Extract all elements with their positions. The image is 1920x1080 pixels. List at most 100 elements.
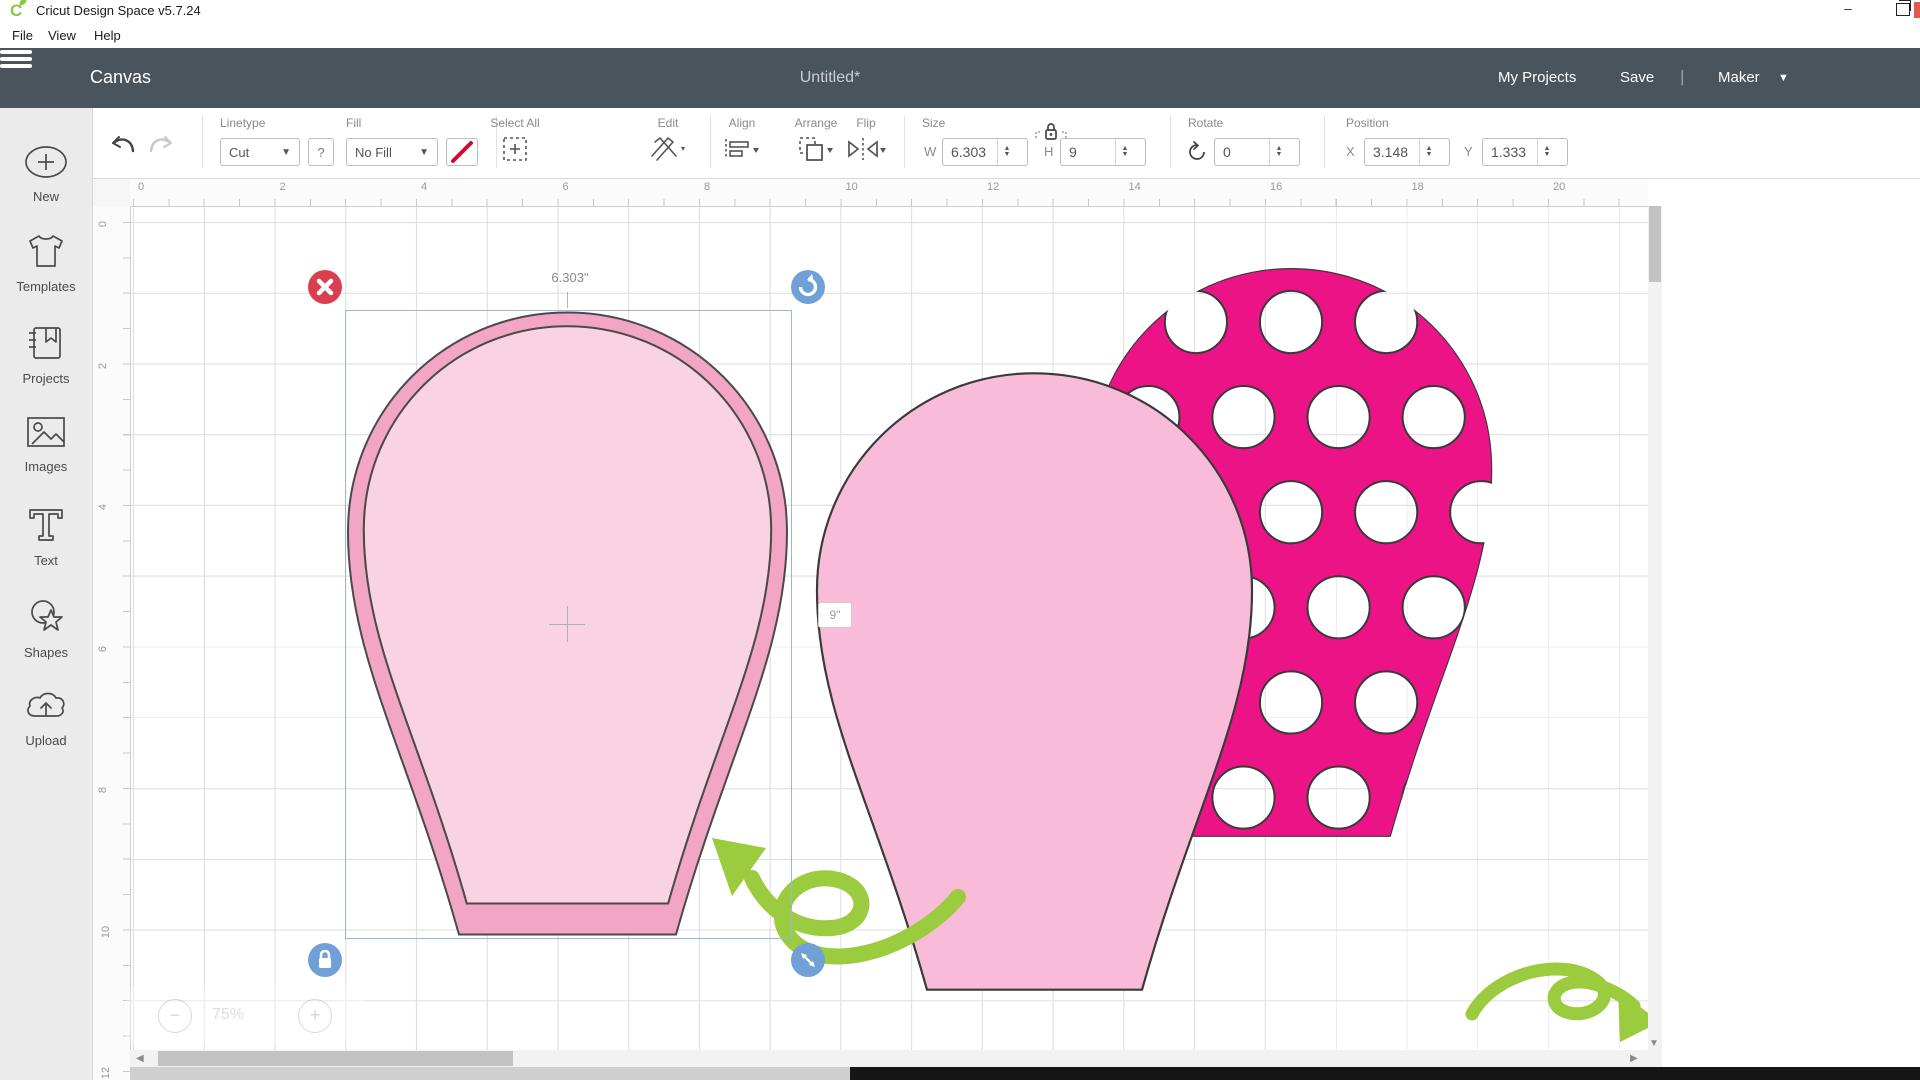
arrange-icon [794, 136, 838, 162]
ruler-tick-label: 0 [138, 181, 144, 193]
ruler-tick-label: 4 [421, 181, 427, 193]
scroll-down-icon[interactable]: ▼ [1649, 1038, 1659, 1049]
window-restore-button[interactable] [1896, 3, 1910, 16]
position-x-input-group: ▲▼ [1364, 138, 1450, 166]
size-height-input-group: ▲▼ [1060, 138, 1146, 166]
ruler-tick-label: 6 [563, 181, 569, 193]
size-w-label: W [924, 144, 936, 159]
sidebar-item-templates[interactable]: Templates [0, 232, 92, 294]
templates-icon [24, 232, 68, 270]
toolbar-divider [904, 116, 905, 168]
size-height-input[interactable] [1061, 139, 1115, 165]
window-title: Cricut Design Space v5.7.24 [36, 3, 201, 18]
left-sidebar: New Templates Projects Images [0, 108, 93, 1080]
ruler-tick-label: 12 [987, 181, 999, 193]
vertical-scrollbar-thumb[interactable] [1649, 206, 1661, 282]
horizontal-scrollbar[interactable]: ◀ ▶ [130, 1050, 1648, 1067]
selection-height-label: 9" [818, 602, 852, 628]
selection-center-crosshair [567, 606, 568, 642]
edit-toolbar: Linetype Cut▼ ? Fill No Fill▼ Select All… [92, 108, 1920, 179]
rotate-icon [1186, 141, 1208, 163]
scroll-right-icon[interactable]: ▶ [1630, 1053, 1638, 1064]
petal-shape-middle[interactable] [814, 364, 1255, 998]
size-height-stepper[interactable]: ▲▼ [1115, 139, 1134, 165]
document-title[interactable]: Untitled* [700, 69, 960, 87]
sidebar-item-projects[interactable]: Projects [0, 324, 92, 386]
lock-handle[interactable] [308, 943, 342, 977]
vertical-scrollbar[interactable]: ▼ [1648, 206, 1662, 1067]
flip-button[interactable]: Flip [834, 116, 898, 162]
window-minimize-button[interactable]: – [1840, 4, 1856, 18]
window-close-button[interactable] [1914, 2, 1920, 18]
size-label: Size [922, 116, 945, 130]
sidebar-item-shapes[interactable]: Shapes [0, 598, 92, 660]
linetype-help-button[interactable]: ? [308, 138, 334, 166]
flip-icon [844, 136, 888, 162]
ruler-tick-label: 8 [704, 181, 710, 193]
sidebar-item-text[interactable]: Text [0, 506, 92, 568]
selection-width-label: 6.303" [505, 270, 635, 285]
rotate-stepper[interactable]: ▲▼ [1269, 139, 1288, 165]
fill-color-swatch[interactable] [446, 138, 478, 166]
chevron-down-icon: ▼ [419, 147, 429, 158]
chevron-down-icon: ▼ [281, 147, 291, 158]
zoom-out-button[interactable]: − [158, 999, 192, 1033]
size-width-input[interactable] [943, 139, 997, 165]
rotate-input[interactable] [1215, 139, 1269, 165]
app-header: Canvas Untitled* My Projects Save | Make… [0, 48, 1920, 108]
new-icon [23, 144, 69, 180]
ruler-tick-label: 10 [846, 181, 858, 193]
horizontal-scrollbar-thumb[interactable] [158, 1051, 513, 1066]
resize-handle[interactable] [791, 943, 825, 977]
undo-icon[interactable] [110, 134, 136, 158]
redo-icon[interactable] [148, 134, 174, 158]
rotate-input-group: ▲▼ [1214, 138, 1300, 166]
sidebar-item-upload[interactable]: Upload [0, 688, 92, 748]
ruler-tick-label: 10 [100, 925, 112, 937]
delete-handle[interactable] [308, 270, 342, 304]
my-projects-link[interactable]: My Projects [1498, 69, 1576, 86]
window-titlebar: C Cricut Design Space v5.7.24 – [0, 0, 1920, 22]
horizontal-ruler: 02468101214161820 [130, 178, 1648, 207]
sidebar-item-images[interactable]: Images [0, 414, 92, 474]
menu-help[interactable]: Help [88, 26, 127, 45]
size-width-input-group: ▲▼ [942, 138, 1028, 166]
rotate-handle[interactable] [791, 270, 825, 304]
position-y-input-group: ▲▼ [1482, 138, 1568, 166]
scroll-left-icon[interactable]: ◀ [136, 1053, 144, 1064]
ruler-tick-label: 14 [1129, 181, 1141, 193]
rotate-arrow-icon [791, 270, 825, 304]
linetype-dropdown[interactable]: Cut▼ [220, 138, 300, 166]
position-y-input[interactable] [1483, 139, 1537, 165]
save-link[interactable]: Save [1620, 69, 1654, 86]
chevron-down-icon: ▼ [1778, 72, 1789, 84]
ruler-tick-label: 8 [97, 787, 109, 793]
size-h-label: H [1044, 144, 1053, 159]
ruler-tick-label: 20 [1553, 181, 1565, 193]
ruler-tick-label: 4 [97, 504, 109, 510]
selection-width-tick [567, 292, 568, 308]
position-x-stepper[interactable]: ▲▼ [1419, 139, 1438, 165]
position-x-input[interactable] [1365, 139, 1419, 165]
machine-selector[interactable]: Maker [1718, 69, 1760, 86]
page-title: Canvas [90, 67, 151, 88]
menu-file[interactable]: File [6, 26, 39, 45]
toolbar-divider [710, 116, 711, 168]
toolbar-divider [202, 116, 203, 168]
menu-view[interactable]: View [42, 26, 82, 45]
edit-button[interactable]: Edit [640, 116, 696, 162]
ruler-tick-label: 18 [1412, 181, 1424, 193]
images-icon [24, 414, 68, 450]
cricut-design-space-window: C Cricut Design Space v5.7.24 – File Vie… [0, 0, 1920, 1080]
fill-dropdown[interactable]: No Fill▼ [346, 138, 438, 166]
taskbar-strip-dark [850, 1067, 1920, 1080]
zoom-in-button[interactable]: + [298, 999, 332, 1033]
align-button[interactable]: Align [714, 116, 770, 162]
position-y-stepper[interactable]: ▲▼ [1537, 139, 1556, 165]
select-all-icon [502, 136, 528, 162]
hamburger-menu-icon[interactable] [0, 48, 34, 70]
select-all-button[interactable]: Select All [482, 116, 548, 162]
ruler-tick-label: 6 [97, 645, 109, 651]
sidebar-item-new[interactable]: New [0, 144, 92, 204]
size-width-stepper[interactable]: ▲▼ [997, 139, 1016, 165]
